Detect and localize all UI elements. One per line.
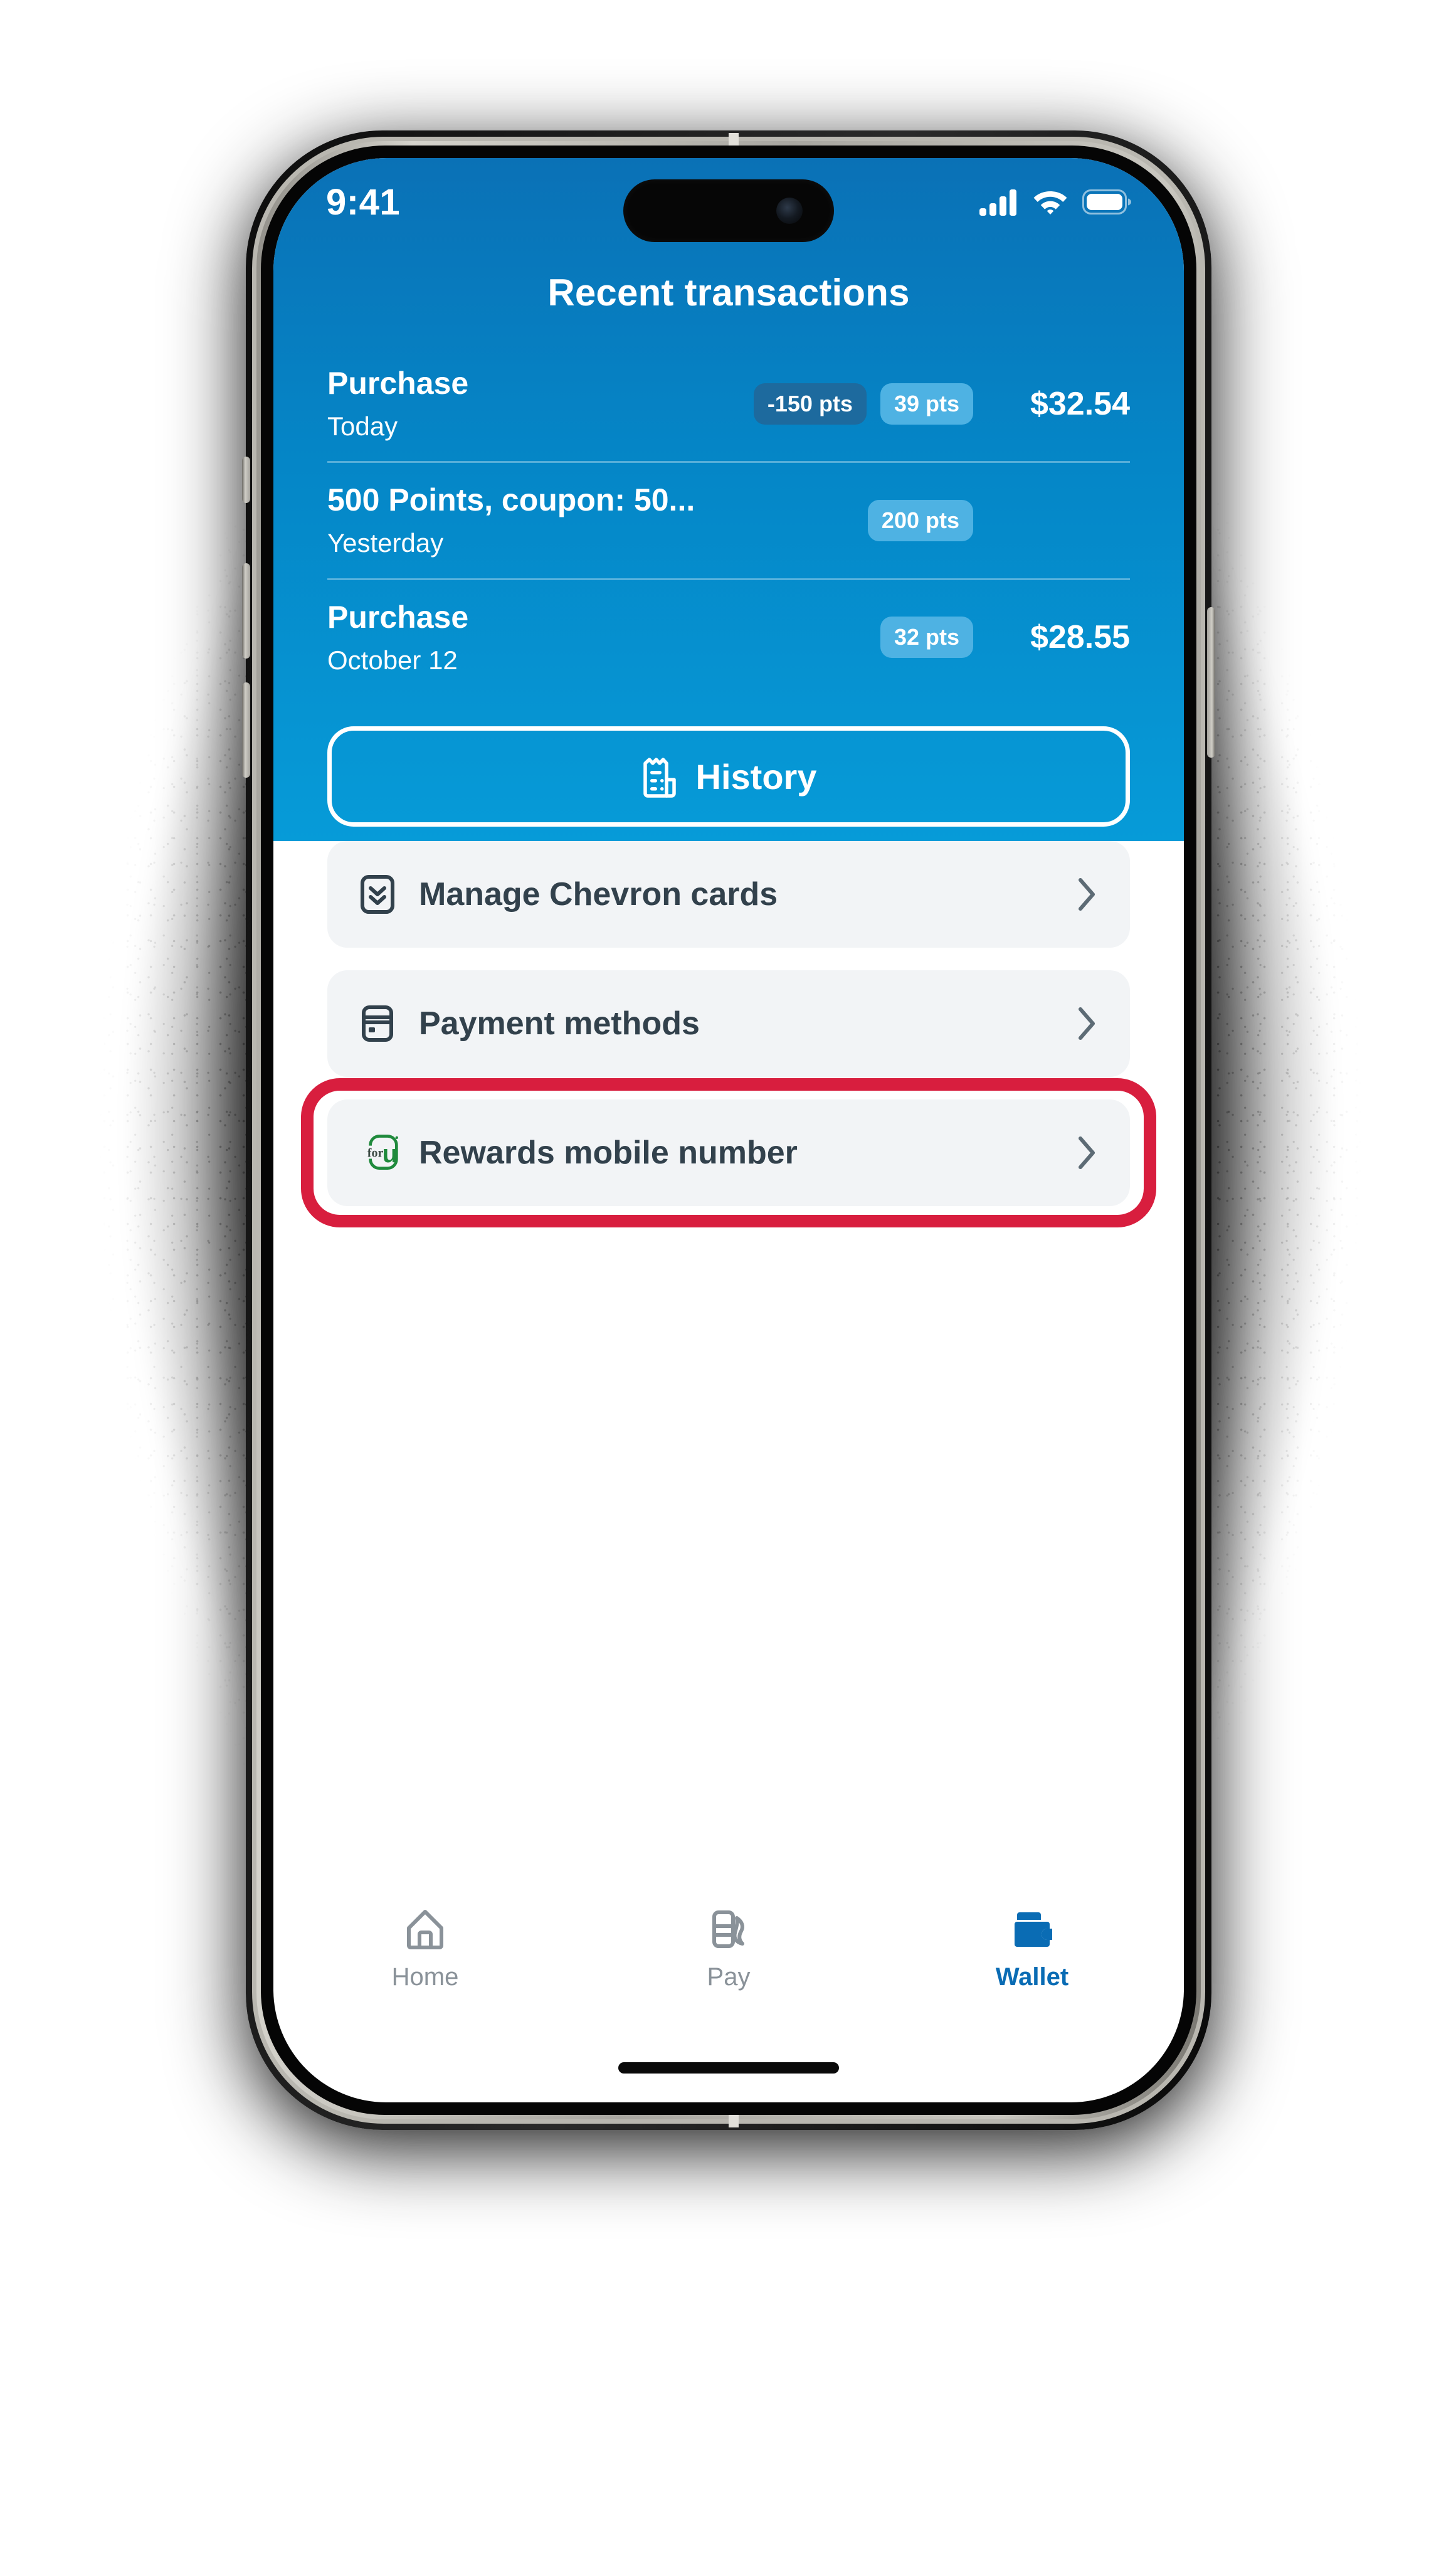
transaction-info: Purchase October 12 bbox=[327, 599, 880, 676]
table-row[interactable]: Purchase Today -150 pts 39 pts $32.54 bbox=[327, 346, 1130, 461]
battery-icon bbox=[1082, 189, 1131, 215]
transaction-title: Purchase bbox=[327, 366, 469, 401]
points-redeemed-badge: -150 pts bbox=[753, 383, 867, 425]
chevron-right-icon bbox=[1071, 1005, 1102, 1042]
home-indicator[interactable] bbox=[618, 2062, 839, 2074]
silent-switch-button[interactable] bbox=[242, 457, 250, 503]
transactions-list: Purchase Today -150 pts 39 pts $32.54 50… bbox=[327, 346, 1130, 695]
power-button[interactable] bbox=[1207, 607, 1215, 758]
sidebar-item-label: Rewards mobile number bbox=[419, 1135, 798, 1171]
chevron-right-icon bbox=[1071, 1135, 1102, 1171]
sidebar-item-payment-methods[interactable]: Payment methods bbox=[327, 970, 1130, 1077]
sidebar-item-label: Payment methods bbox=[419, 1005, 700, 1042]
dynamic-island bbox=[623, 179, 834, 242]
points-earned-badge: 200 pts bbox=[867, 500, 973, 542]
table-row[interactable]: 500 Points, coupon: 50... Yesterday 200 … bbox=[327, 463, 1130, 578]
transaction-badges: 32 pts bbox=[880, 617, 973, 659]
sidebar-item-rewards-mobile-number[interactable]: for u Rewards mobile number bbox=[327, 1099, 1130, 1206]
transaction-date: October 12 bbox=[327, 645, 458, 675]
for-u-logo-icon: for u bbox=[355, 1131, 400, 1174]
table-row[interactable]: Purchase October 12 32 pts $28.55 bbox=[327, 580, 1130, 695]
phone-screen: 9:41 Recent transactions Purchase Today … bbox=[273, 158, 1184, 2102]
house-icon bbox=[407, 1910, 443, 1949]
wallet-menu-list: Manage Chevron cards Payment methods for… bbox=[273, 841, 1184, 1229]
status-bar-clock: 9:41 bbox=[326, 181, 401, 223]
tab-pay[interactable]: Pay bbox=[647, 1907, 810, 1991]
wallet-icon bbox=[1015, 1912, 1053, 1947]
volume-down-button[interactable] bbox=[242, 682, 250, 778]
transaction-badges: 200 pts bbox=[867, 500, 973, 542]
sidebar-item-manage-chevron-cards[interactable]: Manage Chevron cards bbox=[327, 841, 1130, 948]
tab-wallet[interactable]: Wallet bbox=[951, 1907, 1114, 1991]
bottom-tab-bar: Home Pay Wallet bbox=[273, 1892, 1184, 2030]
transaction-date: Today bbox=[327, 411, 398, 441]
volume-up-button[interactable] bbox=[242, 563, 250, 659]
tab-label: Home bbox=[391, 1963, 459, 1991]
svg-text:u: u bbox=[382, 1140, 398, 1168]
chevron-right-icon bbox=[1071, 876, 1102, 913]
status-bar-icons bbox=[979, 188, 1131, 216]
transaction-info: 500 Points, coupon: 50... Yesterday bbox=[327, 482, 868, 559]
front-camera-icon bbox=[776, 198, 803, 224]
fuel-pump-icon bbox=[712, 1910, 744, 1948]
transaction-amount: $28.55 bbox=[1030, 619, 1130, 656]
transaction-info: Purchase Today bbox=[327, 365, 754, 442]
card-chevron-down-icon bbox=[355, 874, 400, 914]
points-earned-badge: 39 pts bbox=[880, 383, 973, 425]
cellular-signal-icon bbox=[979, 189, 1016, 216]
wifi-icon bbox=[1033, 191, 1067, 215]
receipt-icon bbox=[643, 758, 676, 798]
sidebar-item-label: Manage Chevron cards bbox=[419, 876, 778, 913]
transaction-badges: -150 pts 39 pts bbox=[753, 383, 973, 425]
tab-label: Wallet bbox=[995, 1963, 1069, 1991]
transaction-title: 500 Points, coupon: 50... bbox=[327, 482, 695, 518]
tab-label: Pay bbox=[707, 1963, 751, 1991]
svg-text:for: for bbox=[367, 1147, 384, 1160]
history-button[interactable]: History bbox=[327, 726, 1130, 827]
recent-transactions-panel: 9:41 Recent transactions Purchase Today … bbox=[273, 158, 1184, 841]
phone-device-frame: 9:41 Recent transactions Purchase Today … bbox=[242, 130, 1215, 2130]
highlighted-menu-wrapper: for u Rewards mobile number bbox=[273, 1078, 1184, 1227]
transaction-date: Yesterday bbox=[327, 528, 444, 558]
tab-home[interactable]: Home bbox=[344, 1907, 507, 1991]
transaction-title: Purchase bbox=[327, 599, 469, 635]
credit-card-icon bbox=[355, 1004, 400, 1044]
page-title: Recent transactions bbox=[547, 272, 910, 314]
transaction-amount: $32.54 bbox=[1030, 385, 1130, 422]
points-earned-badge: 32 pts bbox=[880, 617, 973, 659]
history-button-label: History bbox=[695, 756, 817, 797]
